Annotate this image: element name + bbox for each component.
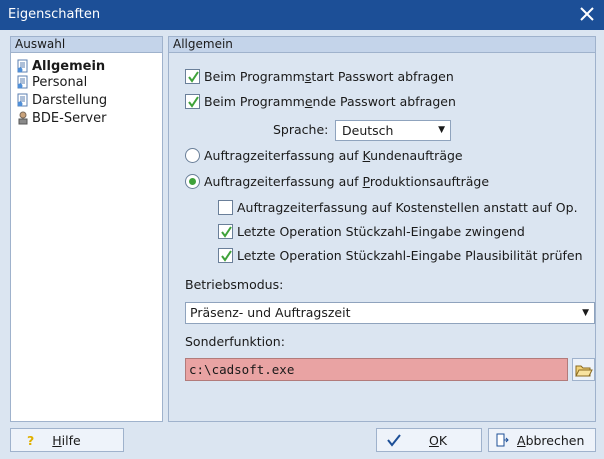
checkbox[interactable] [185, 69, 200, 84]
tree-item-label: Darstellung [32, 92, 108, 108]
checkbox[interactable] [218, 248, 233, 263]
cancel-button[interactable]: Abbrechen [488, 428, 596, 452]
checkbox-label: Letzte Operation Stückzahl-Eingabe zwing… [237, 224, 525, 239]
page-icon [17, 75, 28, 89]
language-select[interactable]: Deutsch ▼ [335, 120, 451, 141]
dropdown-arrow-icon: ▼ [438, 125, 445, 135]
operating-mode-value: Präsenz- und Auftragszeit [190, 305, 351, 320]
tree-item-personal[interactable]: Personal [16, 73, 87, 91]
cancel-button-label: Abbrechen [517, 432, 585, 448]
folder-open-icon [575, 365, 593, 377]
checkbox-label: Letzte Operation Stückzahl-Eingabe Plaus… [237, 248, 583, 263]
tree-item-darstellung[interactable]: Darstellung [16, 91, 107, 109]
special-function-value: c:\cadsoft.exe [189, 362, 295, 377]
ok-button-label: OK [429, 432, 448, 448]
radio-label: Auftragzeiterfassung auf Kundenaufträge [204, 148, 463, 163]
browse-button[interactable] [572, 358, 595, 381]
checkbox-end-password[interactable]: Beim Programmende Passwort abfragen [185, 94, 456, 109]
special-function-label: Sonderfunktion: [185, 334, 285, 349]
help-question-icon: ? [27, 432, 35, 448]
exit-door-icon [496, 433, 509, 447]
tree-item-label: Personal [32, 74, 88, 90]
checkbox[interactable] [218, 224, 233, 239]
general-settings-panel: Allgemein Beim Programmstart Passwort ab… [168, 36, 596, 422]
person-icon [18, 111, 28, 125]
page-icon [17, 59, 28, 73]
tree-item-bde-server[interactable]: BDE-Server [16, 109, 106, 127]
radio-button[interactable] [185, 174, 200, 189]
language-value: Deutsch [342, 123, 394, 138]
checkbox-label: Auftragzeiterfassung auf Kostenstellen a… [237, 200, 578, 215]
title-bar: Eigenschaften [0, 0, 604, 30]
check-icon [387, 434, 401, 447]
selection-panel-header: Auswahl [11, 37, 162, 53]
checkbox-start-password[interactable]: Beim Programmstart Passwort abfragen [185, 69, 454, 84]
tree-item-label: BDE-Server [32, 110, 107, 126]
checkbox[interactable] [185, 94, 200, 109]
properties-dialog: Eigenschaften Auswahl Allgemein Personal… [0, 0, 604, 459]
checkbox-plausibility-check[interactable]: Letzte Operation Stückzahl-Eingabe Plaus… [218, 248, 583, 263]
radio-selected-dot [189, 178, 196, 185]
radio-button[interactable] [185, 148, 200, 163]
general-settings-header: Allgemein [169, 37, 595, 53]
close-icon[interactable] [576, 2, 598, 26]
window-title: Eigenschaften [8, 7, 101, 22]
checkbox-cost-center[interactable]: Auftragzeiterfassung auf Kostenstellen a… [218, 200, 578, 215]
checkbox[interactable] [218, 200, 233, 215]
checkbox-label: Beim Programmende Passwort abfragen [204, 94, 456, 109]
radio-label: Auftragzeiterfassung auf Produktionsauft… [204, 174, 490, 189]
ok-button[interactable]: OK [376, 428, 482, 452]
page-icon [17, 93, 28, 107]
radio-customer-orders[interactable]: Auftragzeiterfassung auf Kundenaufträge [185, 148, 463, 163]
special-function-input[interactable]: c:\cadsoft.exe [185, 358, 568, 381]
checkbox-mandatory-quantity[interactable]: Letzte Operation Stückzahl-Eingabe zwing… [218, 224, 525, 239]
radio-production-orders[interactable]: Auftragzeiterfassung auf Produktionsauft… [185, 174, 489, 189]
operating-mode-select[interactable]: Präsenz- und Auftragszeit ▼ [185, 302, 595, 324]
language-label: Sprache: [273, 122, 329, 137]
selection-panel: Auswahl Allgemein Personal Darstellung B… [10, 36, 163, 422]
checkbox-label: Beim Programmstart Passwort abfragen [204, 69, 454, 84]
tree-item-label: Allgemein [32, 58, 106, 74]
help-button-label: Hilfe [52, 432, 81, 448]
operating-mode-label: Betriebsmodus: [185, 277, 284, 292]
help-button[interactable]: ? Hilfe [10, 428, 124, 452]
dropdown-arrow-icon: ▼ [582, 308, 589, 318]
